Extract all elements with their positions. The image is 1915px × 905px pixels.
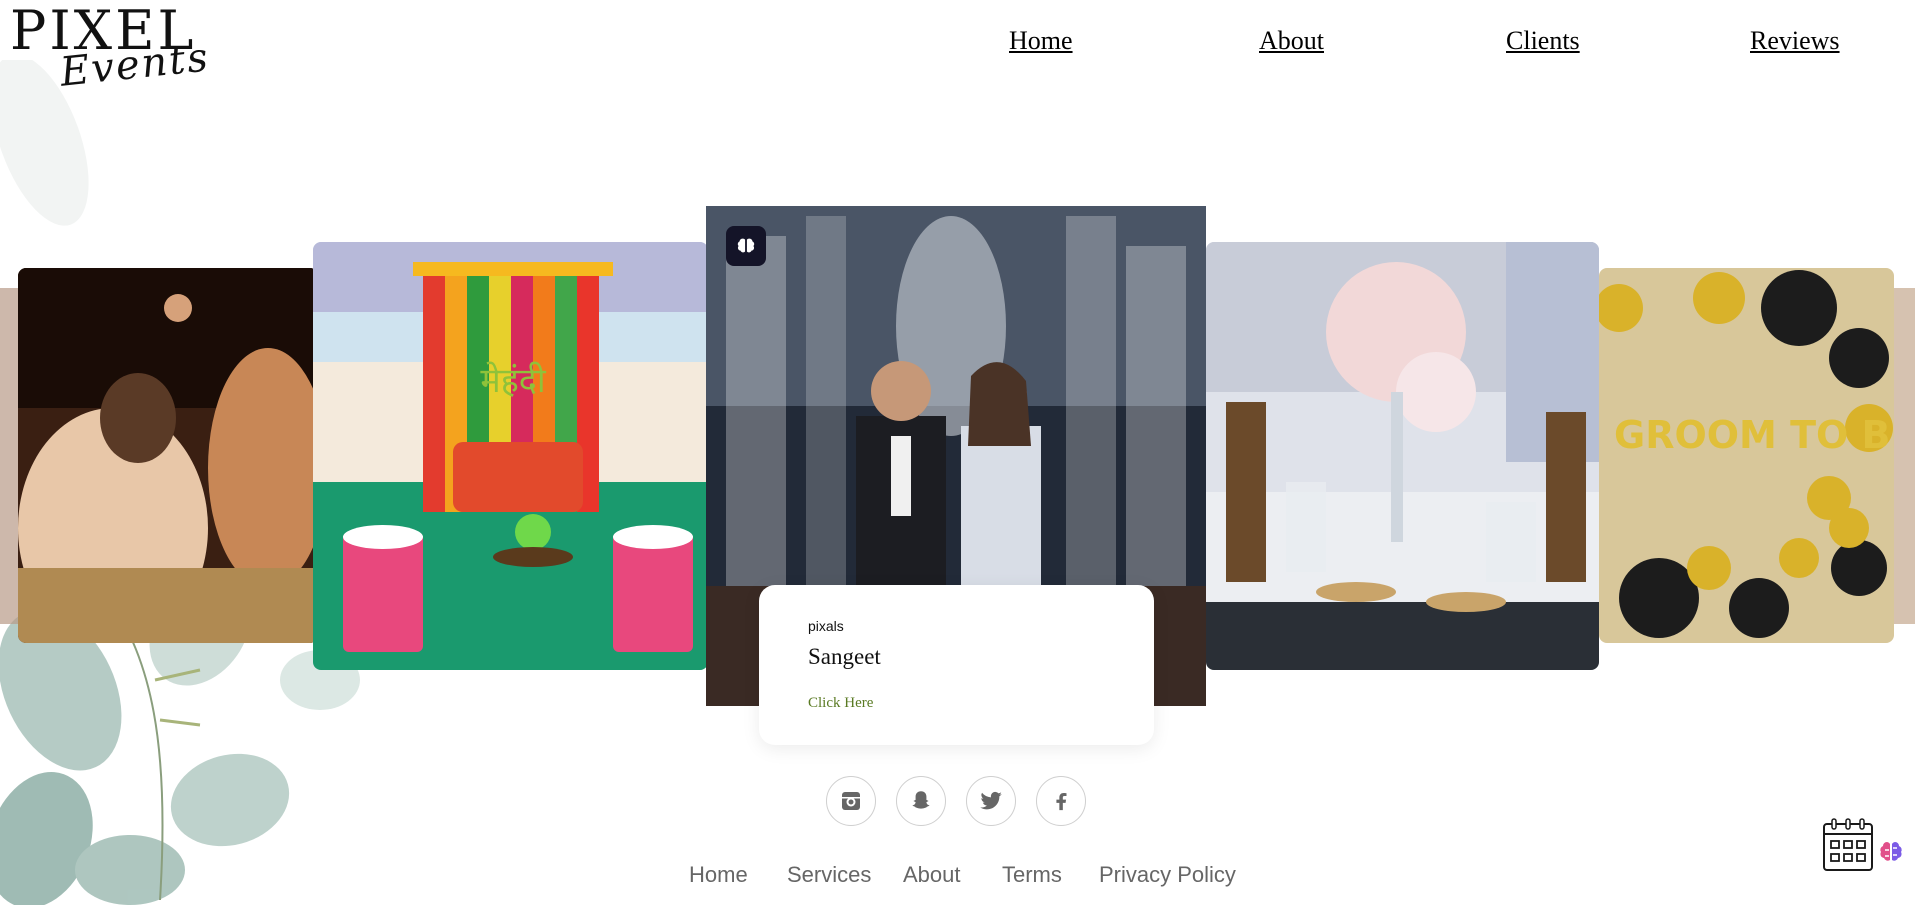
facebook-icon (1056, 793, 1067, 811)
twitter-icon (980, 791, 1002, 810)
card-title: Sangeet (808, 644, 881, 669)
footer-terms[interactable]: Terms (1002, 862, 1062, 888)
slide-mehndi[interactable]: मेहंदी (313, 242, 708, 670)
nav-about[interactable]: About (1259, 26, 1324, 56)
slide-table-setting[interactable] (1206, 242, 1599, 670)
social-links (0, 776, 1915, 826)
card-kicker: pixals (808, 618, 844, 634)
carousel-edge-left (0, 288, 18, 624)
footer-home[interactable]: Home (689, 862, 748, 888)
slide-haldi[interactable] (18, 268, 318, 643)
nav-home[interactable]: Home (1009, 26, 1073, 56)
haldi-photo (18, 268, 318, 643)
brain-icon (737, 238, 755, 253)
slide-groom-to-be[interactable]: GROOM TO BE (1599, 268, 1894, 643)
snapchat-icon (912, 791, 930, 809)
table-setting-photo (1206, 242, 1599, 670)
footer-about[interactable]: About (903, 862, 961, 888)
snapchat-button[interactable] (896, 776, 946, 826)
mehndi-sign: मेहंदी (480, 361, 546, 401)
main-nav: Home About Clients Reviews (0, 26, 1915, 66)
instagram-icon (842, 792, 860, 810)
footer-services[interactable]: Services (787, 862, 871, 888)
facebook-button[interactable] (1036, 776, 1086, 826)
groom-to-be-photo: GROOM TO BE (1599, 268, 1894, 643)
mehndi-photo: मेहंदी (313, 242, 708, 670)
active-slide-card: pixals Sangeet Click Here (759, 585, 1154, 745)
brain-badge-icon[interactable] (726, 226, 766, 266)
calendar-icon[interactable] (1822, 816, 1874, 872)
twitter-button[interactable] (966, 776, 1016, 826)
ai-assistant-brain-icon[interactable] (1876, 838, 1906, 868)
groom-sign: GROOM TO BE (1614, 413, 1894, 457)
footer-privacy-policy[interactable]: Privacy Policy (1099, 862, 1236, 888)
click-here-link[interactable]: Click Here (808, 695, 873, 712)
instagram-button[interactable] (826, 776, 876, 826)
nav-clients[interactable]: Clients (1506, 26, 1580, 56)
nav-reviews[interactable]: Reviews (1750, 26, 1840, 56)
footer-nav: Home Services About Terms Privacy Policy (0, 862, 1915, 892)
carousel-edge-right (1894, 288, 1915, 624)
